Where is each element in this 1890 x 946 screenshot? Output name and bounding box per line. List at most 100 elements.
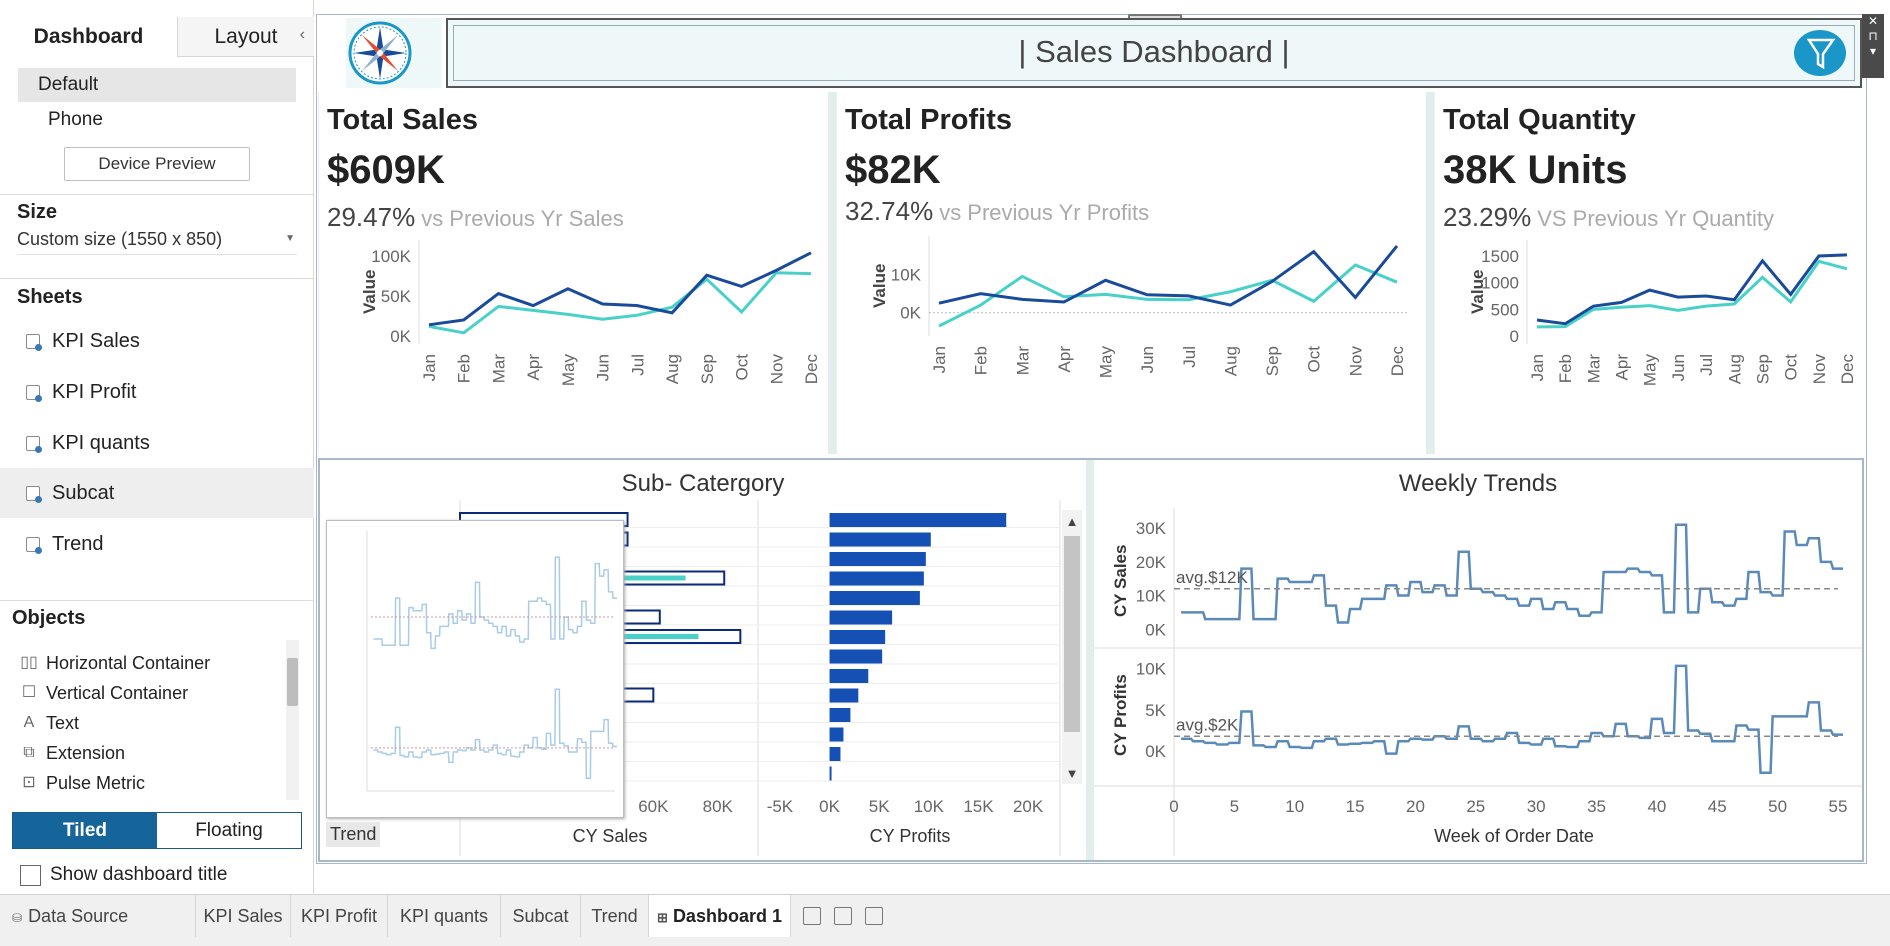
tab-kpi-sales[interactable]: KPI Sales xyxy=(196,895,291,937)
sheet-subcat[interactable]: Subcat xyxy=(0,468,314,518)
x-tick-label: 80K xyxy=(703,797,734,816)
object-text[interactable]: A Text xyxy=(18,708,79,738)
x-tick-label: 55 xyxy=(1829,797,1848,816)
y-axis-label: Value xyxy=(360,270,379,314)
x-tick-label: 60K xyxy=(638,797,669,816)
new-worksheet-icon[interactable] xyxy=(803,907,821,925)
kpi-quantity-chart[interactable]: 050010001500ValueJan Feb Mar Apr May Jun Jul Au… xyxy=(1435,232,1863,454)
y-tick-label: 500 xyxy=(1491,300,1519,319)
tab-layout[interactable]: Layout xyxy=(178,17,314,57)
checkbox-box[interactable] xyxy=(20,865,41,886)
profit-bar xyxy=(829,649,883,664)
device-preview-button[interactable]: Device Preview xyxy=(64,147,250,181)
profit-bar xyxy=(829,727,844,742)
size-dropdown[interactable]: Custom size (1550 x 850) ▼ xyxy=(17,229,297,255)
kpi-title: Total Sales xyxy=(327,104,478,136)
kpi-pct: 23.29% xyxy=(1443,202,1532,232)
tiled-floating-toggle: Tiled Floating xyxy=(12,812,302,849)
previous-year-line xyxy=(1536,259,1848,329)
x-axis-label: CY Sales xyxy=(573,826,648,846)
sheet-trend[interactable]: Trend xyxy=(0,519,314,569)
show-dashboard-title-checkbox[interactable]: Show dashboard title xyxy=(20,862,227,888)
chevron-up-icon: ▲ xyxy=(1066,514,1079,529)
vertical-container-icon: ☐ xyxy=(21,684,37,701)
x-axis-label: Week of Order Date xyxy=(1434,826,1594,846)
x-tick-label: Feb xyxy=(972,346,991,375)
x-tick-label: Mar xyxy=(1584,354,1603,384)
x-tick-label: Dec xyxy=(802,354,821,385)
x-tick-label: Mar xyxy=(1013,346,1032,376)
x-tick-label: Sep xyxy=(698,354,717,384)
worksheet-icon xyxy=(26,486,42,503)
y-tick-label: 0K xyxy=(900,304,921,323)
y-tick-label: 50K xyxy=(381,287,412,306)
tab-dashboard-1[interactable]: ⊞ Dashboard 1 xyxy=(649,895,791,937)
weekly-trends-chart[interactable]: 0K 10K 20K 30K CY Sales avg.$12K 0K 5K 10K CY Pro… xyxy=(1094,460,1862,860)
tab-kpi-quants[interactable]: KPI quants xyxy=(388,895,501,937)
object-pulse-metric[interactable]: ⊡ Pulse Metric xyxy=(18,768,145,798)
kpi-vs-label: vs Previous Yr Profits xyxy=(939,200,1150,225)
x-tick-label: -5K xyxy=(767,797,794,816)
x-tick-label: Jul xyxy=(1180,346,1199,368)
objects-title: Objects xyxy=(12,607,86,629)
kpi-sales-chart[interactable]: 0K 50K 100K Value Jan Feb Mar Apr May Jun Jul Aug Se… xyxy=(319,232,829,454)
tooltip-sheet-label: Trend xyxy=(326,822,381,847)
profit-bar xyxy=(829,688,859,703)
container-controls[interactable]: ✕ ⊓ ▾ xyxy=(1862,14,1884,78)
tooltip-trend-thumbnail xyxy=(366,531,617,792)
x-tick-label: May xyxy=(1641,354,1660,387)
kpi-change: 32.74% vs Previous Yr Profits xyxy=(845,196,1149,227)
text-icon: A xyxy=(23,714,35,731)
objects-scrollbar[interactable] xyxy=(286,640,299,800)
tab-data-source[interactable]: ⛁ Data Source xyxy=(0,895,196,937)
divider xyxy=(0,278,314,279)
y-tick-label: 5K xyxy=(1145,701,1166,720)
object-horizontal-container[interactable]: ▯▯ Horizontal Container xyxy=(18,648,210,678)
kpi-value: $609K xyxy=(327,148,445,192)
x-tick-label: Jan xyxy=(930,346,949,373)
weekly-step-line xyxy=(1181,523,1843,624)
x-tick-label: Nov xyxy=(1810,354,1829,385)
object-extension[interactable]: ⧉ Extension xyxy=(18,738,125,768)
sheet-kpi-quants[interactable]: KPI quants xyxy=(0,418,314,468)
tab-trend[interactable]: Trend xyxy=(581,895,649,937)
kpi-sales-tile: Total Sales $609K 29.47% vs Previous Yr S… xyxy=(318,92,828,454)
compass-logo xyxy=(346,18,442,88)
object-label: Vertical Container xyxy=(46,683,189,703)
current-year-line xyxy=(938,244,1399,307)
extension-icon: ⧉ xyxy=(23,744,35,761)
tab-subcat[interactable]: Subcat xyxy=(501,895,581,937)
chevron-down-icon: ▼ xyxy=(1066,766,1079,781)
filter-button[interactable] xyxy=(1794,30,1846,76)
floating-button[interactable]: Floating xyxy=(157,813,301,848)
device-default[interactable]: Default xyxy=(18,68,296,102)
x-tick-label: 30 xyxy=(1527,797,1546,816)
sheet-kpi-profit[interactable]: KPI Profit xyxy=(0,367,314,417)
y-tick-label: 10K xyxy=(891,266,922,285)
dashboard-title-bar: | Sales Dashboard | xyxy=(446,18,1862,88)
new-story-icon[interactable] xyxy=(865,907,883,925)
dashboard-side-panel: Dashboard Layout ‹ Default Phone Device … xyxy=(0,0,314,894)
sheet-kpi-sales[interactable]: KPI Sales xyxy=(0,316,314,366)
tab-dashboard[interactable]: Dashboard xyxy=(0,17,178,57)
collapse-panel-icon[interactable]: ‹ xyxy=(300,26,305,44)
scroll-thumb[interactable] xyxy=(287,658,298,706)
average-label: avg.$2K xyxy=(1176,715,1239,734)
tab-kpi-profit[interactable]: KPI Profit xyxy=(291,895,388,937)
worksheet-icon xyxy=(26,334,42,351)
kpi-profit-chart[interactable]: 0K 10KValue Jan Feb Mar Apr May Jun Jul Aug Sep Oct… xyxy=(837,232,1427,454)
object-label: Extension xyxy=(46,743,126,763)
x-tick-label: 5 xyxy=(1230,797,1239,816)
dashboard-icon: ⊞ xyxy=(657,910,668,925)
x-tick-label: Sep xyxy=(1263,346,1282,376)
size-value: Custom size (1550 x 850) xyxy=(17,229,223,249)
object-vertical-container[interactable]: ☐ Vertical Container xyxy=(18,678,188,708)
x-tick-label: 10 xyxy=(1285,797,1304,816)
new-dashboard-icon[interactable] xyxy=(834,907,852,925)
device-phone[interactable]: Phone xyxy=(18,103,296,137)
x-tick-label: Jan xyxy=(1528,354,1547,381)
tiled-button[interactable]: Tiled xyxy=(13,813,157,848)
x-tick-label: Aug xyxy=(1221,346,1240,376)
x-tick-label: Feb xyxy=(1556,354,1575,383)
profit-bar xyxy=(829,630,886,644)
